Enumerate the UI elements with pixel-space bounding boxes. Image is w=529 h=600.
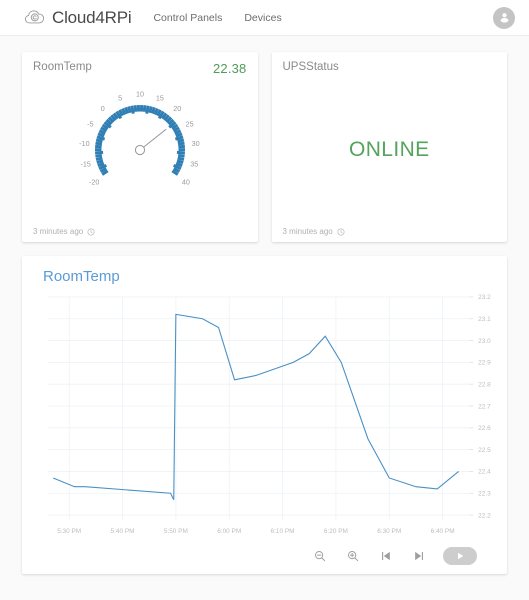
chart-title: RoomTemp <box>43 268 120 285</box>
chart-x-tick-label: 6:20 PM <box>324 528 348 535</box>
cloud-logo-icon <box>24 7 45 28</box>
chart-y-tick-label: 22.7 <box>478 403 491 410</box>
status-badge: ONLINE <box>348 138 430 161</box>
gauge-tick-label: 35 <box>190 159 198 168</box>
chart-x-tick-label: 5:50 PM <box>164 528 188 535</box>
chart-y-tick-label: 22.8 <box>478 381 491 388</box>
clock-icon <box>337 228 345 236</box>
gauge-tick-label: -15 <box>80 159 90 168</box>
zoom-in-button[interactable] <box>344 548 361 565</box>
nav-link-control-panels[interactable]: Control Panels <box>153 12 222 24</box>
chart-series-line <box>52 313 459 501</box>
gauge-tick-label: 0 <box>101 104 105 113</box>
chart-y-tick-label: 22.2 <box>478 512 491 519</box>
chart-x-tick-label: 6:40 PM <box>431 528 455 535</box>
chart-y-tick-label: 22.6 <box>478 425 491 432</box>
chart-toolbar <box>30 545 499 570</box>
skip-next-button[interactable] <box>410 548 427 565</box>
widget-value: 22.38 <box>212 61 247 76</box>
brand-title: Cloud4RPi <box>52 7 132 27</box>
widget-footer-text: 3 minutes ago <box>33 227 84 236</box>
chart-y-tick-label: 22.4 <box>478 469 491 476</box>
widget-title: UPSStatus <box>282 61 339 73</box>
widget-header: RoomTemp 22.38 <box>33 61 247 76</box>
widget-header: UPSStatus <box>283 61 497 73</box>
gauge-arc-segments <box>94 104 185 176</box>
widget-footer-text: 3 minutes ago <box>282 227 333 236</box>
gauge-tick-label: -5 <box>87 120 93 129</box>
gauge-tick-label: -10 <box>79 139 89 148</box>
chart-x-tick-label: 6:00 PM <box>217 528 241 535</box>
gauge-tick-label: 5 <box>118 93 122 102</box>
chart-plot[interactable]: 23.2 23.1 23.0 22.9 22.8 22.7 22.6 22.5 22.4 22.3… <box>30 289 499 545</box>
play-icon <box>458 553 464 560</box>
gauge-hub <box>134 144 145 156</box>
chart-x-tick-label: 5:40 PM <box>111 528 135 535</box>
gauge-tick-label: 25 <box>185 120 193 129</box>
gauge-tick-label: -20 <box>89 178 99 187</box>
widget-row: RoomTemp 22.38 -20 -15 -10 -5 0 5 10 15 20 25 30 35… <box>22 52 507 242</box>
widget-body-gauge: -20 -15 -10 -5 0 5 10 15 20 25 30 35 40 <box>33 76 247 227</box>
gauge-chart: -20 -15 -10 -5 0 5 10 15 20 25 30 35 40 <box>33 78 247 203</box>
page-body: RoomTemp 22.38 -20 -15 -10 -5 0 5 10 15 20 25 30 35… <box>0 36 529 574</box>
chart-y-tick-labels: 23.2 23.1 23.0 22.9 22.8 22.7 22.6 22.5 22.4 22.3… <box>478 294 491 519</box>
skip-previous-button[interactable] <box>377 548 394 565</box>
gauge-tick-label: 30 <box>191 139 199 148</box>
gauge-tick-label: 15 <box>156 93 164 102</box>
zoom-out-button[interactable] <box>311 548 328 565</box>
brand: Cloud4RPi <box>24 7 132 28</box>
chart-x-tick-label: 5:30 PM <box>57 528 81 535</box>
chart-y-tick-label: 22.5 <box>478 447 491 454</box>
gauge-tick-label: 40 <box>182 178 190 187</box>
chart-y-tick-label: 22.9 <box>478 360 491 367</box>
gauge-tick-label: 10 <box>136 90 144 99</box>
chart-x-tick-label: 6:10 PM <box>271 528 295 535</box>
chart-y-tick-label: 23.0 <box>478 338 491 345</box>
widget-card-roomtemp[interactable]: RoomTemp 22.38 -20 -15 -10 -5 0 5 10 15 20 25 30 35… <box>22 52 258 242</box>
chart-x-tick-label: 6:30 PM <box>377 528 401 535</box>
play-button[interactable] <box>443 547 477 566</box>
account-circle-icon[interactable] <box>493 6 515 29</box>
chart-gridlines <box>47 296 474 522</box>
status-wrap: ONLINE <box>283 73 497 227</box>
chart-y-tick-label: 23.2 <box>478 294 491 301</box>
widget-footer: 3 minutes ago <box>283 227 497 236</box>
widget-footer: 3 minutes ago <box>33 227 247 236</box>
main-nav: Control Panels Devices <box>153 12 281 24</box>
chart-x-tick-labels: 5:30 PM 5:40 PM 5:50 PM 6:00 PM 6:10 PM 6:20 … <box>57 528 454 535</box>
widget-body-status: ONLINE <box>283 73 497 227</box>
app-header: Cloud4RPi Control Panels Devices <box>0 0 529 36</box>
chart-card: RoomTemp 23.2 23.1 23.0 22.9 22.8 22.7 22.6 22.… <box>22 256 507 574</box>
nav-link-devices[interactable]: Devices <box>244 12 281 24</box>
chart-y-tick-label: 22.3 <box>478 491 491 498</box>
gauge-tick-label: 20 <box>173 104 181 113</box>
widget-title: RoomTemp <box>33 61 92 73</box>
clock-icon <box>87 228 95 236</box>
widget-card-upsstatus[interactable]: UPSStatus ONLINE 3 minutes ago <box>271 52 507 242</box>
chart-y-tick-label: 23.1 <box>478 316 491 323</box>
